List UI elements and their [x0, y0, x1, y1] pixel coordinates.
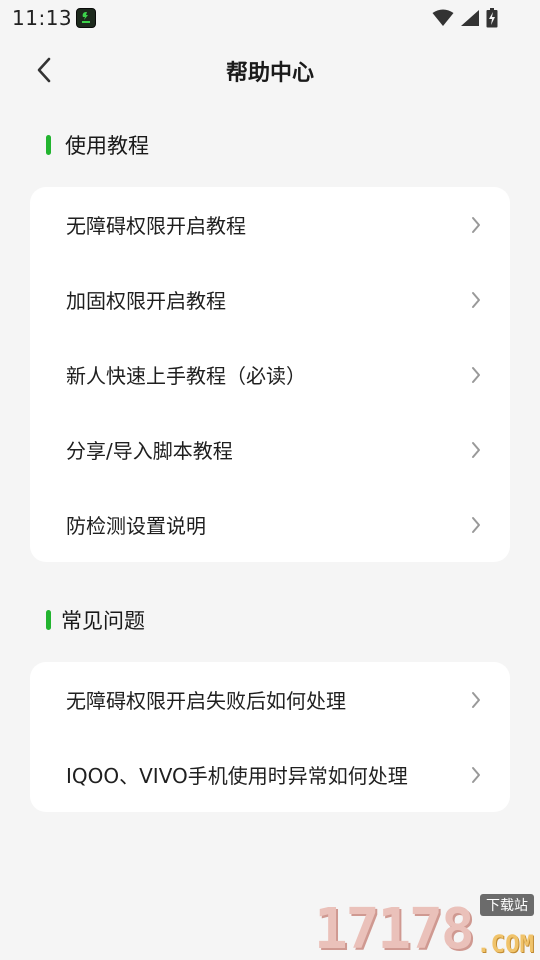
list-item-reinforce-tutorial[interactable]: 加固权限开启教程	[30, 262, 510, 337]
list-item-accessibility-failure-faq[interactable]: 无障碍权限开启失败后如何处理	[30, 662, 510, 737]
tutorials-card: 无障碍权限开启教程 加固权限开启教程 新人快速上手教程（必读） 分享/导入脚本教…	[30, 187, 510, 562]
list-item-label: 无障碍权限开启教程	[66, 214, 246, 238]
section-title: 常见问题	[61, 609, 145, 633]
watermark-digits: 17178	[314, 897, 475, 960]
list-item-share-import-tutorial[interactable]: 分享/导入脚本教程	[30, 412, 510, 487]
watermark-domain: .COM	[476, 930, 534, 958]
chevron-right-icon	[472, 367, 480, 383]
help-center-screen: 11:13 帮助中心 使用教程 无障碍权限开启教程 加固权限开启教程 新人快速上…	[0, 0, 540, 960]
cellular-signal-icon	[461, 10, 479, 26]
chevron-right-icon	[472, 767, 480, 783]
list-item-label: 无障碍权限开启失败后如何处理	[66, 689, 346, 713]
section-title: 使用教程	[65, 134, 149, 158]
page-title: 帮助中心	[225, 61, 314, 86]
chevron-right-icon	[472, 517, 480, 533]
chevron-right-icon	[472, 442, 480, 458]
header: 帮助中心	[0, 36, 540, 102]
status-bar: 11:13	[0, 0, 540, 36]
section-header-faq: 常见问题	[46, 605, 145, 635]
list-item-anti-detection-guide[interactable]: 防检测设置说明	[30, 487, 510, 562]
list-item-quick-start-tutorial[interactable]: 新人快速上手教程（必读）	[30, 337, 510, 412]
app-notification-icon	[76, 8, 96, 28]
faq-card: 无障碍权限开启失败后如何处理 IQOO、VIVO手机使用时异常如何处理	[30, 662, 510, 812]
list-item-label: 分享/导入脚本教程	[66, 439, 233, 463]
list-item-label: 加固权限开启教程	[66, 289, 226, 313]
status-time: 11:13	[12, 6, 73, 30]
list-item-label: IQOO、VIVO手机使用时异常如何处理	[66, 764, 408, 788]
list-item-iqoo-vivo-faq[interactable]: IQOO、VIVO手机使用时异常如何处理	[30, 737, 510, 812]
wifi-icon	[432, 9, 454, 26]
battery-icon	[486, 8, 498, 28]
chevron-right-icon	[472, 217, 480, 233]
section-header-tutorials: 使用教程	[46, 130, 149, 160]
section-accent-bar	[46, 135, 51, 155]
list-item-accessibility-tutorial[interactable]: 无障碍权限开启教程	[30, 187, 510, 262]
list-item-label: 防检测设置说明	[66, 514, 206, 538]
watermark-tag: 下载站	[480, 894, 534, 916]
chevron-right-icon	[472, 692, 480, 708]
section-accent-bar	[46, 610, 51, 630]
chevron-right-icon	[472, 292, 480, 308]
list-item-label: 新人快速上手教程（必读）	[66, 364, 306, 388]
watermark-logo: 17178 下载站 .COM	[314, 890, 540, 960]
